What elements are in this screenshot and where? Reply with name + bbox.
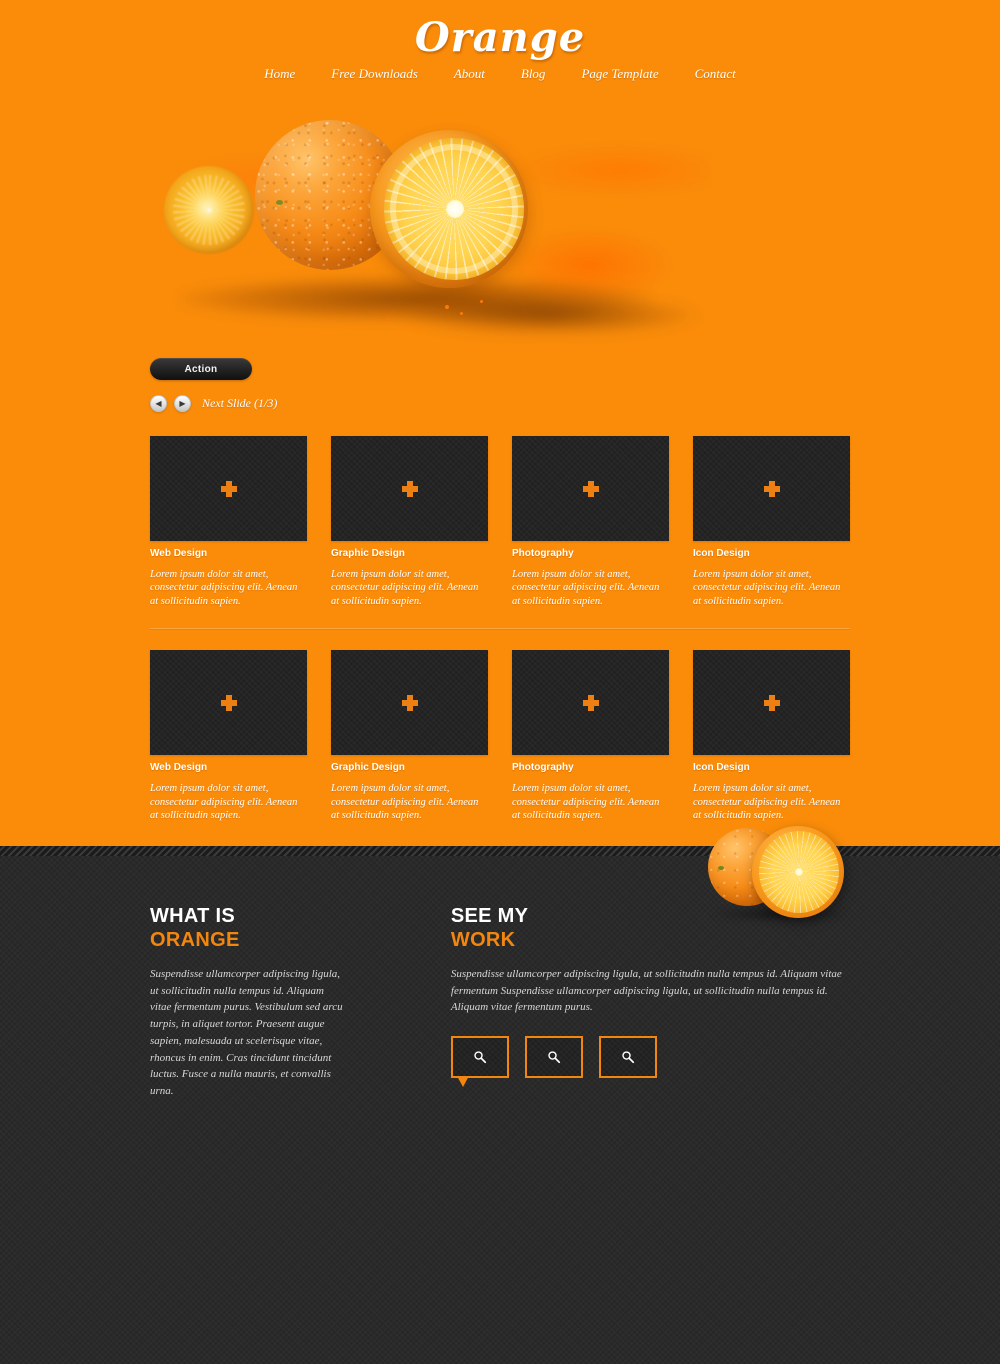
plus-icon — [763, 694, 780, 711]
portfolio-thumbnail[interactable] — [150, 436, 307, 541]
nav-item-free-downloads[interactable]: Free Downloads — [331, 66, 418, 82]
work-body-text: Suspendisse ullamcorper adipiscing ligul… — [450, 968, 842, 1014]
slider-navigation: ◀ ▶ Next Slide (1/3) — [150, 395, 277, 412]
work-thumb-3[interactable] — [598, 1036, 657, 1079]
work-thumb-2[interactable] — [524, 1036, 583, 1079]
nav-item-about[interactable]: About — [454, 66, 485, 82]
about-heading-line2: ORANGE — [150, 929, 240, 951]
info-columns: WHAT IS ORANGE Suspendisse ullamcorper a… — [150, 906, 850, 1100]
portfolio-item-description: Lorem ipsum dolor sit amet, consectetur … — [693, 783, 841, 822]
about-body-text: Suspendisse ullamcorper adipiscing ligul… — [150, 968, 343, 1098]
portfolio-thumbnail[interactable] — [512, 436, 669, 541]
juice-drop — [460, 312, 463, 315]
plus-icon — [763, 480, 780, 497]
about-heading-line1: WHAT IS — [150, 905, 236, 927]
nav-item-page-template[interactable]: Page Template — [581, 66, 658, 82]
work-column: SEE MY WORK Suspendisse ullamcorper adip… — [450, 906, 850, 1100]
plus-icon — [401, 480, 418, 497]
juice-drop — [480, 300, 483, 303]
portfolio-item-title: Icon Design — [693, 548, 750, 559]
portfolio-item-title: Photography — [512, 548, 574, 559]
plus-icon — [220, 694, 237, 711]
juice-drop — [386, 318, 389, 321]
portfolio-thumbnail[interactable] — [150, 650, 307, 756]
portfolio-item: Web Design Lorem ipsum dolor sit amet, c… — [150, 436, 307, 608]
portfolio-item: Photography Lorem ipsum dolor sit amet, … — [512, 436, 669, 608]
portfolio-item-title: Icon Design — [693, 762, 750, 774]
work-thumb-1[interactable] — [450, 1036, 509, 1088]
plus-icon — [401, 694, 418, 711]
portfolio-item: Icon Design Lorem ipsum dolor sit amet, … — [693, 436, 850, 608]
nav-item-contact[interactable]: Contact — [695, 66, 736, 82]
about-heading: WHAT IS ORANGE — [150, 906, 347, 950]
action-button[interactable]: Action — [150, 358, 252, 380]
orange-stem — [276, 200, 283, 205]
page-root: Orange Home Free Downloads About Blog Pa… — [0, 0, 1000, 1364]
portfolio-row-1: Web Design Lorem ipsum dolor sit amet, c… — [150, 436, 850, 608]
portfolio-item-title: Web Design — [150, 762, 208, 774]
portfolio-item-description: Lorem ipsum dolor sit amet, consectetur … — [150, 783, 298, 822]
work-thumbnails — [450, 1036, 850, 1088]
orange-core — [446, 200, 464, 218]
portfolio-item: Graphic Design Lorem ipsum dolor sit ame… — [331, 650, 488, 822]
magnifier-icon — [474, 1051, 486, 1064]
portfolio-item: Photography Lorem ipsum dolor sit amet, … — [512, 650, 669, 822]
portfolio-item-title: Graphic Design — [331, 548, 405, 559]
magnifier-icon — [548, 1051, 560, 1064]
hero-section: Orange Home Free Downloads About Blog Pa… — [0, 0, 1000, 846]
info-section: WHAT IS ORANGE Suspendisse ullamcorper a… — [0, 856, 1000, 1364]
portfolio-thumbnail[interactable] — [693, 650, 850, 756]
portfolio-item-description: Lorem ipsum dolor sit amet, consectetur … — [331, 569, 479, 607]
portfolio-item-description: Lorem ipsum dolor sit amet, consectetur … — [331, 783, 479, 822]
plus-icon — [582, 694, 599, 711]
corner-orange-stem — [718, 866, 724, 870]
portfolio-thumbnail[interactable] — [331, 650, 488, 756]
corner-oranges-decor — [700, 818, 865, 922]
portfolio-item: Icon Design Lorem ipsum dolor sit amet, … — [693, 650, 850, 822]
nav-item-blog[interactable]: Blog — [521, 66, 546, 82]
portfolio-item: Web Design Lorem ipsum dolor sit amet, c… — [150, 650, 307, 822]
plus-icon — [582, 480, 599, 497]
hero-oranges-image — [150, 100, 850, 350]
row-divider — [150, 628, 850, 631]
portfolio-item: Graphic Design Lorem ipsum dolor sit ame… — [331, 436, 488, 608]
slide-counter-label: Next Slide (1/3) — [202, 396, 278, 410]
portfolio-thumbnail[interactable] — [693, 436, 850, 541]
chevron-left-icon[interactable]: ◀ — [150, 395, 167, 412]
portfolio-grid: Web Design Lorem ipsum dolor sit amet, c… — [150, 436, 850, 823]
portfolio-item-title: Photography — [512, 762, 574, 774]
portfolio-item-description: Lorem ipsum dolor sit amet, consectetur … — [512, 569, 660, 607]
about-column: WHAT IS ORANGE Suspendisse ullamcorper a… — [150, 906, 347, 1100]
portfolio-item-title: Graphic Design — [331, 762, 405, 774]
portfolio-thumbnail[interactable] — [512, 650, 669, 756]
portfolio-item-title: Web Design — [150, 548, 208, 559]
portfolio-item-description: Lorem ipsum dolor sit amet, consectetur … — [512, 783, 660, 822]
portfolio-row-2: Web Design Lorem ipsum dolor sit amet, c… — [150, 650, 850, 822]
main-navigation: Home Free Downloads About Blog Page Temp… — [0, 66, 1000, 82]
portfolio-item-description: Lorem ipsum dolor sit amet, consectetur … — [693, 569, 841, 607]
corner-orange-cut-face — [759, 831, 839, 913]
portfolio-item-description: Lorem ipsum dolor sit amet, consectetur … — [150, 569, 298, 607]
hero-shadow-secondary — [400, 295, 700, 335]
work-heading-line2: WORK — [450, 929, 516, 951]
juice-drop — [445, 305, 449, 309]
chevron-right-icon[interactable]: ▶ — [174, 395, 191, 412]
orange-half-back — [164, 166, 254, 254]
site-title: Orange — [414, 14, 586, 61]
plus-icon — [220, 480, 237, 497]
portfolio-thumbnail[interactable] — [331, 436, 488, 541]
nav-item-home[interactable]: Home — [264, 66, 295, 82]
magnifier-icon — [622, 1051, 634, 1064]
hero-slide — [150, 100, 850, 350]
